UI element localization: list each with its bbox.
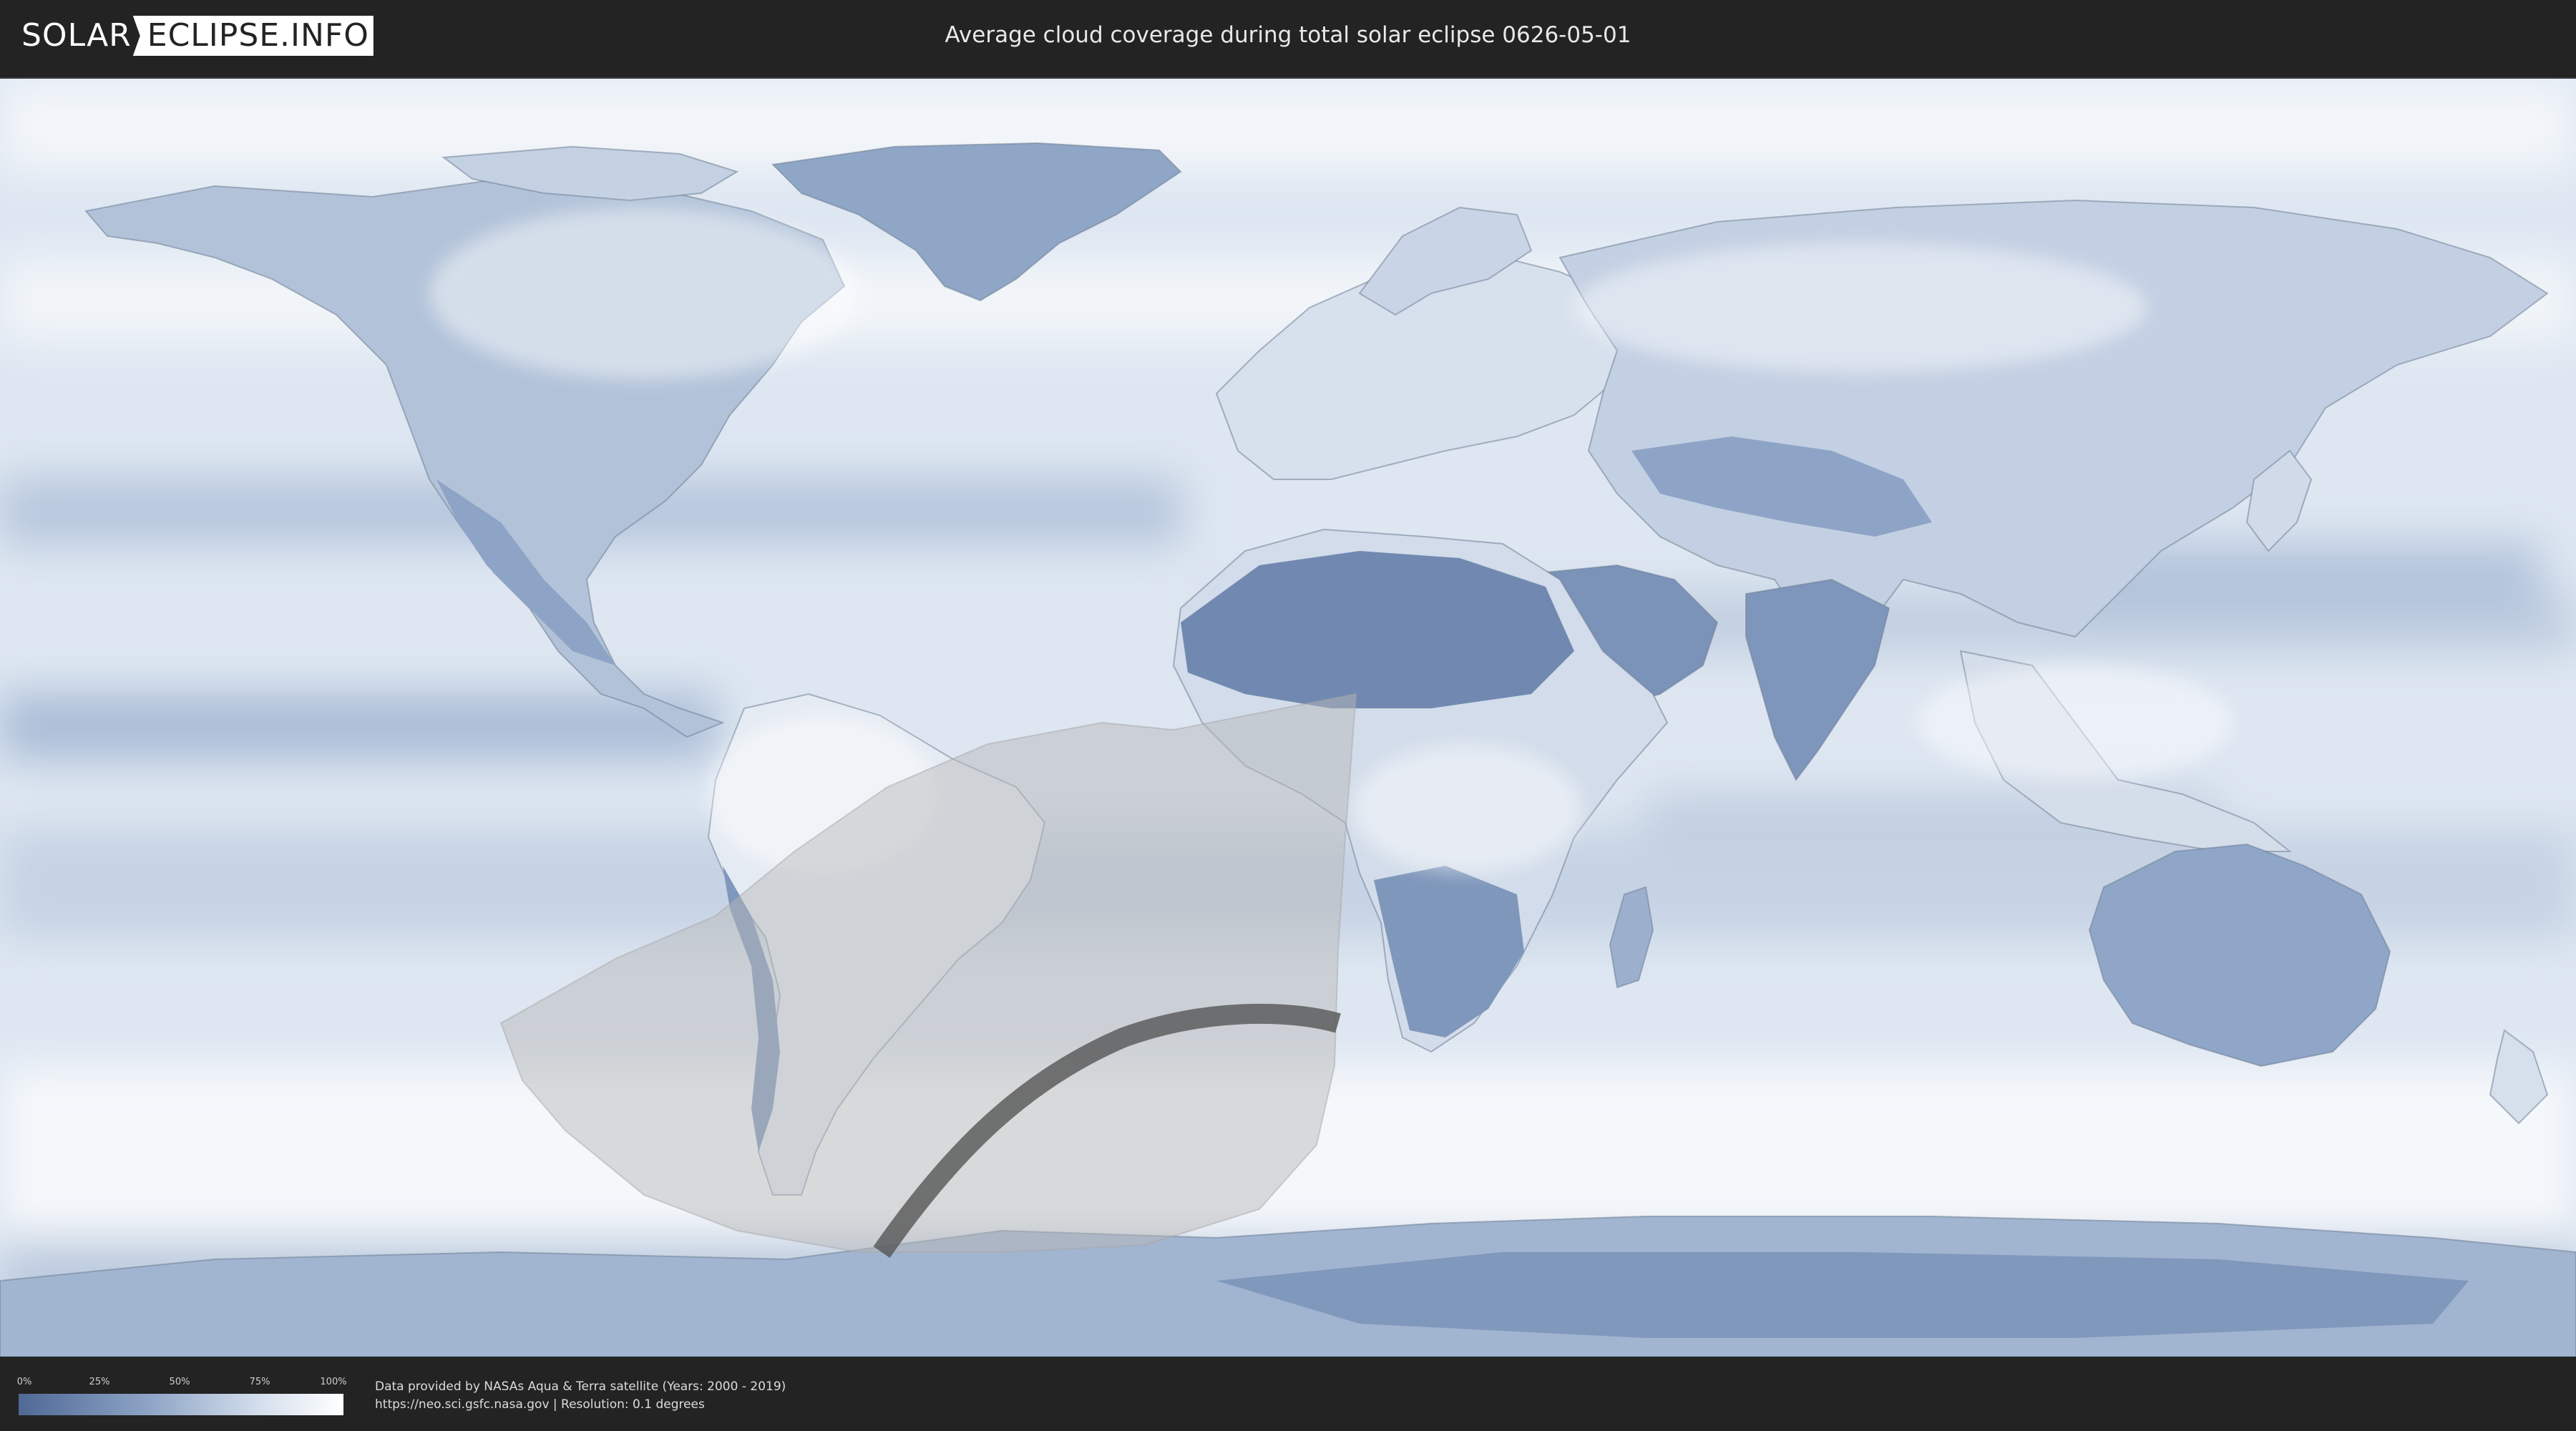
cloud-coverage-legend: 0% 25% 50% 75% 100% xyxy=(16,1377,347,1418)
cloud-coverage-map xyxy=(0,77,2576,1358)
legend-tick-100: 100% xyxy=(320,1377,347,1387)
legend-gradient-bar xyxy=(19,1394,343,1415)
antarctica-interior xyxy=(1216,1252,2469,1338)
credits-source: Data provided by NASAs Aqua & Terra sate… xyxy=(375,1379,786,1394)
legend-tick-0: 0% xyxy=(16,1377,32,1387)
legend-tick-75: 75% xyxy=(249,1377,270,1387)
legend-tick-25: 25% xyxy=(89,1377,110,1387)
page-title: Average cloud coverage during total sola… xyxy=(945,22,1631,48)
footer-bar: 0% 25% 50% 75% 100% Data provided by NAS… xyxy=(0,1357,2576,1431)
world-map xyxy=(0,79,2576,1358)
credits-url-resolution[interactable]: https://neo.sci.gsfc.nasa.gov | Resoluti… xyxy=(375,1396,786,1414)
legend-tick-50: 50% xyxy=(169,1377,190,1387)
data-credits: Data provided by NASAs Aqua & Terra sate… xyxy=(375,1378,786,1414)
header-bar: SOLAR ECLIPSE.INFO Average cloud coverag… xyxy=(0,0,2576,73)
